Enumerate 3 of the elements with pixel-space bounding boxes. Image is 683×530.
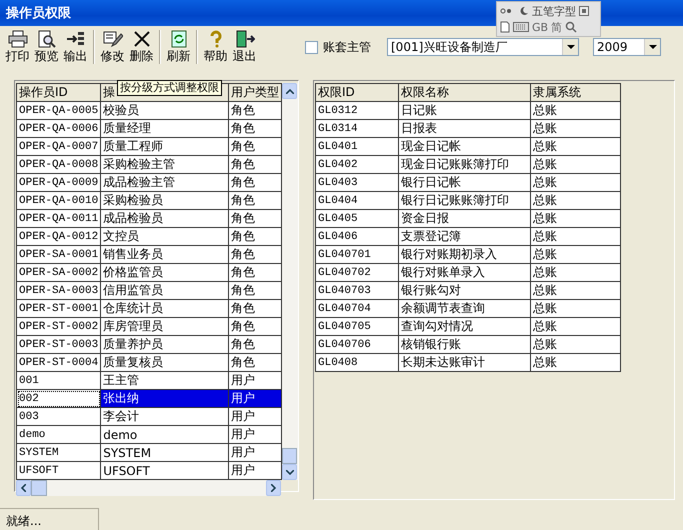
tooltip: 按分级方式调整权限 — [117, 80, 222, 96]
status-text: 就绪... — [0, 508, 99, 530]
window-title: 操作员权限 — [6, 5, 71, 22]
